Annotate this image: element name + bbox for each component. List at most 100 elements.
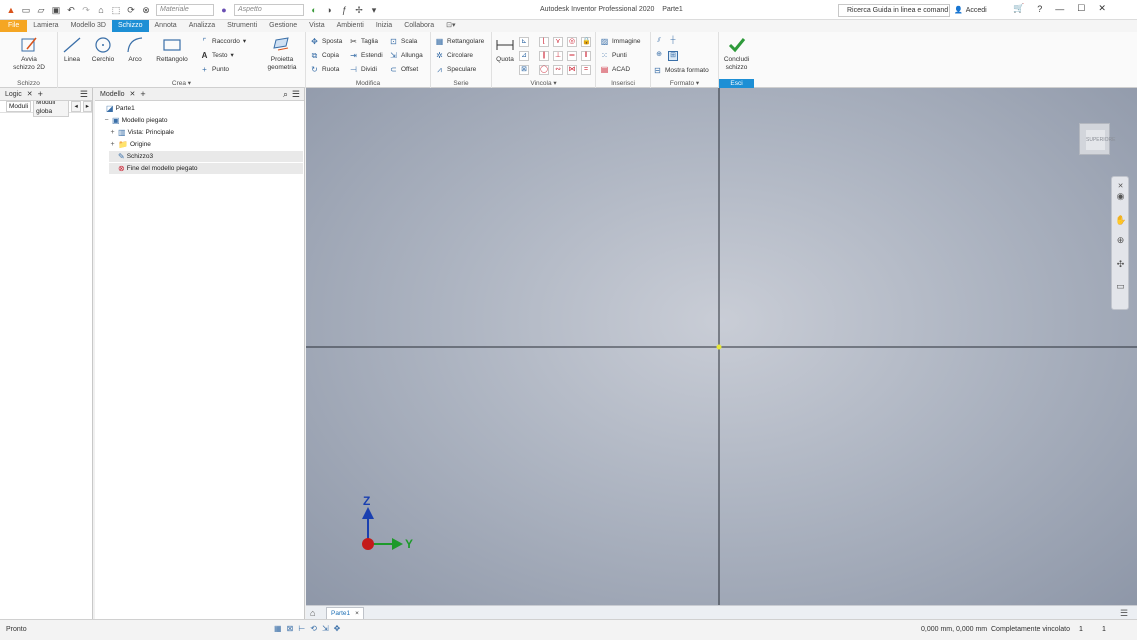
help-search-input[interactable]: Ricerca Guida in linea e comand — [838, 4, 950, 17]
construction-icon[interactable]: ⫽ — [654, 37, 664, 47]
finish-sketch-button[interactable]: Concludi schizzo — [719, 36, 754, 72]
subtab-scroll-left-icon[interactable]: ◂ — [71, 101, 81, 112]
horizontal-constraint-icon[interactable]: ═ — [567, 51, 577, 61]
home-icon[interactable]: ⌂ — [96, 5, 106, 15]
tree-item[interactable]: ⊗ Fine del modello piegato — [109, 163, 303, 174]
line-button[interactable]: Linea — [60, 36, 84, 64]
close-button[interactable]: ✕ — [1098, 3, 1106, 14]
scale-button[interactable]: ⊡ Scala — [389, 36, 417, 46]
image-button[interactable]: ▨ Immagine — [600, 36, 641, 46]
open-file-icon[interactable]: ▱ — [36, 5, 46, 15]
tangent-constraint-icon[interactable]: ◯ — [539, 65, 549, 75]
project-geometry-button[interactable]: Proietta geometria — [262, 36, 302, 72]
show-constraints-icon[interactable]: ⊠ — [519, 65, 529, 75]
show-format-button[interactable]: ⊟ Mostra formato — [653, 65, 709, 75]
mirror-button[interactable]: ⩘ Speculare — [435, 64, 476, 74]
hamburger-menu-icon[interactable]: ☰ — [80, 89, 88, 100]
points-button[interactable]: ⁙ Punti — [600, 50, 627, 60]
text-button[interactable]: A Testo ▾ — [200, 50, 234, 60]
viewcube[interactable]: SUPERIORE — [1079, 123, 1115, 155]
arc-button[interactable]: Arco — [122, 36, 148, 64]
collinear-constraint-icon[interactable]: ⋎ — [553, 37, 563, 47]
material-icon[interactable]: ⊗ — [141, 5, 151, 15]
show-dof-icon[interactable]: ✥ — [334, 624, 341, 633]
clear-appearance-icon[interactable]: ◑ — [324, 5, 334, 15]
tab-file[interactable]: File — [0, 20, 28, 32]
color-override-icon[interactable]: ◐ — [309, 5, 319, 15]
dof-icon[interactable]: ⊠ — [287, 624, 294, 633]
grid-icon[interactable]: ▦ — [274, 624, 282, 633]
tree-item[interactable]: + 📁 Origine — [109, 139, 303, 150]
appearance-icon[interactable]: ● — [219, 5, 229, 15]
vertical-constraint-icon[interactable]: ‖ — [581, 51, 591, 61]
update-icon[interactable]: ⟳ — [126, 5, 136, 15]
copy-button[interactable]: ⧉ Copia — [310, 50, 339, 60]
material-dropdown[interactable]: Materiale — [156, 4, 214, 16]
symmetric-constraint-icon[interactable]: ⋈ — [567, 65, 577, 75]
tab-ambienti[interactable]: Ambienti — [331, 20, 370, 32]
save-icon[interactable]: ▣ — [51, 5, 61, 15]
auto-dimension-icon[interactable]: ⊾ — [519, 37, 529, 47]
tab-strumenti[interactable]: Strumenti — [221, 20, 263, 32]
add-tab-icon[interactable]: + — [38, 89, 43, 99]
rotate-button[interactable]: ↻ Ruota — [310, 64, 339, 74]
minimize-button[interactable]: — — [1055, 4, 1064, 14]
redo-icon[interactable]: ↷ — [81, 5, 91, 15]
parameters-icon[interactable]: ƒ — [339, 5, 349, 15]
tab-collabora[interactable]: Collabora — [398, 20, 440, 32]
tree-item[interactable]: − ▣ Modello piegato — [103, 115, 303, 126]
hamburger-menu-icon[interactable]: ☰ — [292, 89, 300, 100]
look-at-icon[interactable]: ▭ — [1115, 281, 1126, 292]
close-icon[interactable]: ✕ — [130, 90, 136, 98]
circular-pattern-button[interactable]: ✲ Circolare — [435, 50, 473, 60]
tab-vista[interactable]: Vista — [303, 20, 330, 32]
constraint-inference-icon[interactable]: ⊿ — [519, 51, 529, 61]
tree-expander-icon[interactable]: + — [109, 139, 116, 150]
tree-item[interactable]: ◪ Parte1 — [97, 103, 303, 114]
sign-in-button[interactable]: 👤 Accedi — [954, 6, 987, 15]
customize-icon[interactable]: ▾ — [369, 5, 379, 15]
cart-icon[interactable]: 🛒 — [1013, 3, 1024, 14]
tab-inizia[interactable]: Inizia — [370, 20, 398, 32]
fillet-button[interactable]: ⌜ Raccordo ▾ — [200, 36, 246, 46]
logic-tab[interactable]: Logic — [5, 91, 22, 98]
point-button[interactable]: + Punto — [200, 64, 229, 74]
new-file-icon[interactable]: ▭ — [21, 5, 31, 15]
acad-button[interactable]: ▤ ACAD — [600, 64, 630, 74]
concentric-constraint-icon[interactable]: ◎ — [567, 37, 577, 47]
tab-analizza[interactable]: Analizza — [183, 20, 221, 32]
help-icon[interactable]: ? — [1037, 4, 1042, 14]
undo-icon[interactable]: ↶ — [66, 5, 76, 15]
inventor-logo-icon[interactable]: ▲ — [6, 5, 16, 15]
centerline-icon[interactable]: ┼ — [668, 37, 678, 47]
steering-wheel-icon[interactable]: ◉ — [1115, 191, 1126, 202]
tab-lamiera[interactable]: Lamiera — [27, 20, 64, 32]
rectangle-button[interactable]: Rettangolo — [152, 36, 192, 64]
select-icon[interactable]: ⬚ — [111, 5, 121, 15]
offset-button[interactable]: ⊂ Offset — [389, 64, 418, 74]
rectangular-pattern-button[interactable]: ▦ Rettangolare — [435, 36, 485, 46]
tab-annota[interactable]: Annota — [149, 20, 183, 32]
constraint-settings-icon[interactable]: ⊢ — [298, 624, 305, 633]
maximize-button[interactable]: ☐ — [1077, 3, 1085, 14]
split-button[interactable]: ⊣ Dividi — [349, 64, 377, 74]
document-tab-parte1[interactable]: Parte1 × — [326, 607, 364, 619]
tab-schizzo[interactable]: Schizzo — [112, 20, 149, 32]
measure-icon[interactable]: ✢ — [354, 5, 364, 15]
circle-button[interactable]: Cerchio — [88, 36, 118, 64]
tab-modello-3d[interactable]: Modello 3D — [65, 20, 112, 32]
center-point-icon[interactable]: ⊕ — [654, 51, 664, 61]
fix-constraint-icon[interactable]: 🔒 — [581, 37, 591, 47]
pan-icon[interactable]: ✋ — [1115, 215, 1126, 226]
equal-constraint-icon[interactable]: = — [581, 65, 591, 75]
add-tab-icon[interactable]: + — [140, 89, 145, 99]
appearance-dropdown[interactable]: Aspetto — [234, 4, 304, 16]
stretch-button[interactable]: ⇲ Allunga — [389, 50, 423, 60]
subtab-scroll-right-icon[interactable]: ▸ — [82, 101, 92, 112]
perpendicular-constraint-icon[interactable]: ⊥ — [553, 51, 563, 61]
tree-item[interactable]: ✎ Schizzo3 — [109, 151, 303, 162]
tree-expander-icon[interactable]: + — [109, 127, 116, 138]
move-button[interactable]: ✥ Sposta — [310, 36, 342, 46]
auto-project-icon[interactable]: ⇲ — [322, 624, 329, 633]
ribbon-options-icon[interactable]: ⊡▾ — [440, 20, 461, 32]
